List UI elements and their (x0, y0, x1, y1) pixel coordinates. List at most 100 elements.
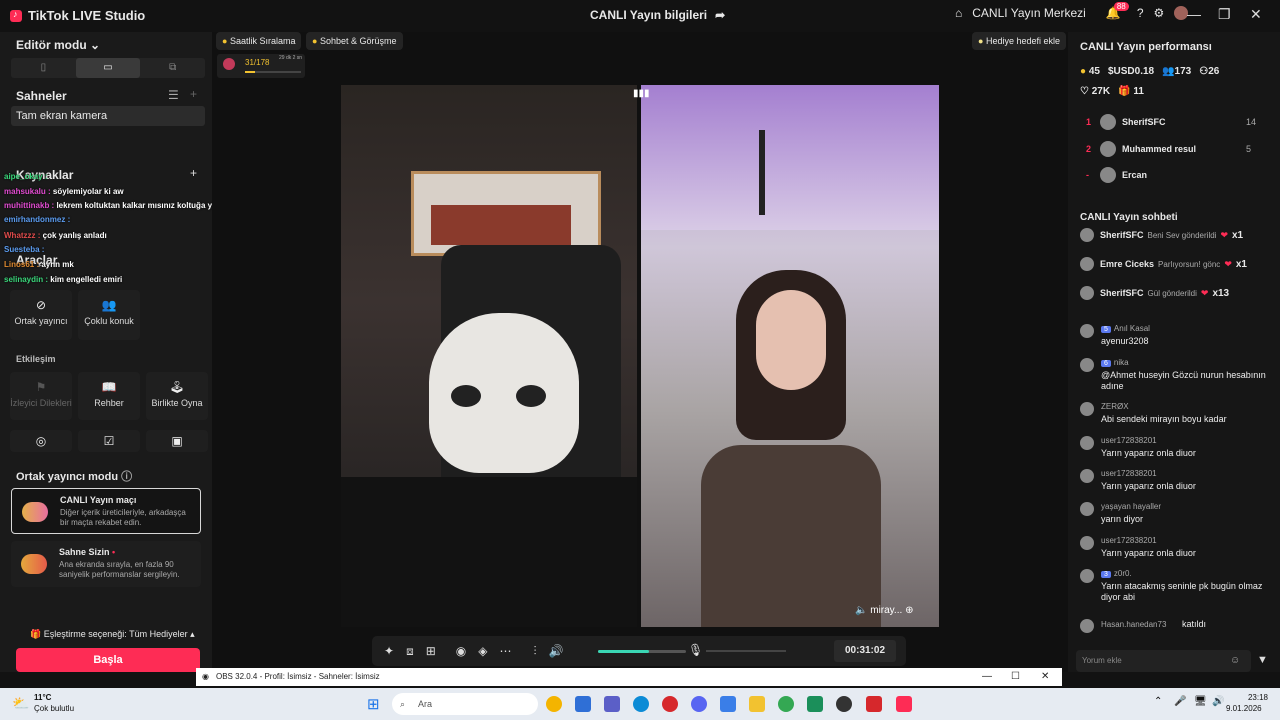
perf-stats-row-2: ♡ 27K 🎁 11 (1080, 86, 1144, 97)
settings-gear-icon[interactable]: ⚙ (1154, 6, 1165, 20)
chat-text: yarın diyor (1101, 514, 1144, 524)
obs-window-strip[interactable]: ◉ OBS 32.0.4 - Profil: İsimsiz - Sahnele… (196, 668, 1062, 686)
chat-user: user172838201 (1101, 436, 1157, 445)
teams-icon[interactable] (604, 696, 620, 712)
stage-yours-desc: Ana ekranda sırayla, en fazla 90 saniyel… (59, 560, 180, 579)
live-center-button[interactable]: CANLI Yayın Merkezi (972, 6, 1086, 20)
guests-icon: 👥 (101, 298, 117, 312)
overlay-chat-line: Whatzzz : çok yanlış anladı (4, 231, 107, 240)
level-badge: 3 (1101, 571, 1111, 578)
live-info-title[interactable]: CANLI Yayın bilgileri ➦ (590, 8, 725, 22)
stage-yours-card[interactable]: Sahne Sizin • Ana ekranda sırayla, en fa… (11, 541, 201, 587)
volume-icon[interactable]: 🔊 (549, 644, 564, 658)
gift-goal-button[interactable]: ● Hediye hedefi ekle (972, 32, 1067, 50)
filter-icon[interactable]: ▼ (1257, 654, 1268, 666)
dual-mode-button[interactable]: ⧉ (140, 58, 205, 78)
opera-icon[interactable] (662, 696, 678, 712)
chrome-profile-icon[interactable] (778, 696, 794, 712)
live-match-card[interactable]: CANLI Yayın maçı Diğer içerik üreticiler… (11, 488, 201, 534)
chat-chip-icon: ● (312, 36, 318, 46)
volume-slider[interactable] (598, 650, 686, 653)
taskbar-search[interactable]: ⌕ Ara (392, 693, 538, 715)
target-tool[interactable]: ◎ (10, 430, 72, 452)
microphone-icon[interactable]: 🎙 (688, 643, 703, 657)
youtube-icon[interactable] (866, 696, 882, 712)
ranking-row[interactable]: - Ercan (1086, 167, 1276, 183)
editor-mode-dropdown[interactable]: Editör modu ⌄ (16, 38, 100, 52)
goal-progress-track (245, 71, 301, 73)
play-together-tool[interactable]: 🕹 Birlikte Oyna (146, 372, 208, 420)
store-icon[interactable] (575, 696, 591, 712)
emoji-icon[interactable]: ☺ (1230, 655, 1240, 666)
goal-timer: 29 dk 2 sn (279, 55, 303, 61)
level-badge: 5 (1101, 326, 1111, 333)
mask-eye-right (516, 385, 546, 407)
chat-user-line: 3 z0r0. (1101, 569, 1132, 578)
tray-chevron-icon[interactable]: ⌃ (1154, 696, 1162, 707)
add-scene-icon[interactable]: + (190, 87, 197, 101)
add-source-icon[interactable]: + (190, 166, 197, 180)
match-option-dropdown[interactable]: 🎁 Eşleştirme seçeneği: Tüm Hediyeler ▴ (30, 629, 195, 640)
record-icon[interactable]: ◉ (456, 644, 466, 658)
ranking-row[interactable]: 1 SherifSFC 14 (1086, 114, 1276, 130)
tiktok-taskbar-icon[interactable] (896, 696, 912, 712)
minimize-button[interactable]: — (1187, 6, 1201, 22)
app-icon[interactable] (807, 696, 823, 712)
hourly-ranking-chip[interactable]: ● Saatlik Sıralama (216, 32, 302, 50)
ranking-row[interactable]: 2 Muhammed resul 5 (1086, 141, 1276, 157)
chat-chip[interactable]: ● Sohbet & Görüşme (306, 32, 403, 50)
info-icon[interactable]: ⓘ (121, 471, 132, 483)
scene-item[interactable]: Tam ekran kamera (11, 106, 205, 126)
multi-guest-tool[interactable]: 👥 Çoklu konuk (78, 290, 140, 340)
landscape-mode-button[interactable]: ▭ (75, 58, 141, 78)
share-icon[interactable]: ➦ (715, 8, 725, 22)
list-icon[interactable]: ☰ (168, 88, 179, 102)
chrome-icon[interactable] (546, 696, 562, 712)
edge-icon[interactable] (633, 696, 649, 712)
close-button[interactable]: ✕ (1250, 6, 1262, 23)
checklist-tool[interactable]: ☑ (78, 430, 140, 452)
weather-icon[interactable]: ⛅ (12, 695, 29, 712)
obs-taskbar-icon[interactable] (836, 696, 852, 712)
clock-date[interactable]: 9.01.2026 (1226, 704, 1262, 713)
start-button[interactable]: Başla (16, 648, 200, 672)
chat-message: yaşayan hayaller yarın diyor (1080, 502, 1270, 532)
guest-video: 🔈 miray... ⊕ (641, 85, 939, 627)
mail-icon[interactable] (720, 696, 736, 712)
chat-text: Yarın yaparız onla diuor (1101, 448, 1196, 458)
mixer-icon[interactable]: ⫶ (533, 644, 536, 659)
obs-close-button[interactable]: ✕ (1041, 668, 1049, 686)
guide-tool[interactable]: 📖 Rehber (78, 372, 140, 420)
magic-wand-icon[interactable]: ✦ (384, 644, 394, 658)
add-icon[interactable]: ⊕ (905, 605, 913, 616)
overlay-chat-user: mahsukalu : (4, 187, 51, 196)
chat-user-line: ZERØX (1101, 402, 1129, 411)
windows-start-icon[interactable]: ⊞ (367, 695, 380, 713)
tray-volume-icon[interactable]: 🔊 (1212, 696, 1224, 707)
viewer-wishes-tool[interactable]: ⚑ İzleyici Dilekleri (10, 372, 72, 420)
network-icon[interactable]: 🖥 (1194, 696, 1207, 707)
more-icon[interactable]: ⋯ (499, 644, 511, 658)
discord-icon[interactable] (691, 696, 707, 712)
notification-bell-icon[interactable]: 🔔 88 (1106, 2, 1129, 20)
obs-minimize-button[interactable]: — (982, 668, 992, 686)
chat-user-line: user172838201 (1101, 436, 1157, 445)
comment-input[interactable]: Yorum ekle (1076, 650, 1251, 672)
effects-icon[interactable]: ⧈ (406, 644, 414, 659)
mic-slider[interactable] (706, 650, 786, 652)
screen-add-icon[interactable]: ⊞ (426, 644, 436, 658)
portrait-mode-button[interactable]: ▯ (11, 58, 76, 78)
clock-time[interactable]: 23:18 (1234, 693, 1268, 702)
cohost-tool[interactable]: ⊘ Ortak yayıncı (10, 290, 72, 340)
maximize-button[interactable]: ❐ (1218, 6, 1231, 23)
obs-maximize-button[interactable]: ☐ (1011, 668, 1020, 686)
capture-icon[interactable]: ◈ (478, 644, 487, 658)
inbox-tool[interactable]: ▣ (146, 430, 208, 452)
tray-mic-icon[interactable]: 🎤 (1174, 696, 1186, 707)
host-shirt (341, 477, 637, 627)
folder-icon[interactable] (749, 696, 765, 712)
usd-value: USD0.18 (1113, 66, 1155, 77)
help-icon[interactable]: ? (1137, 6, 1144, 20)
speaker-icon: 🔈 (855, 605, 868, 616)
interaction-title: Etkileşim (16, 354, 56, 364)
